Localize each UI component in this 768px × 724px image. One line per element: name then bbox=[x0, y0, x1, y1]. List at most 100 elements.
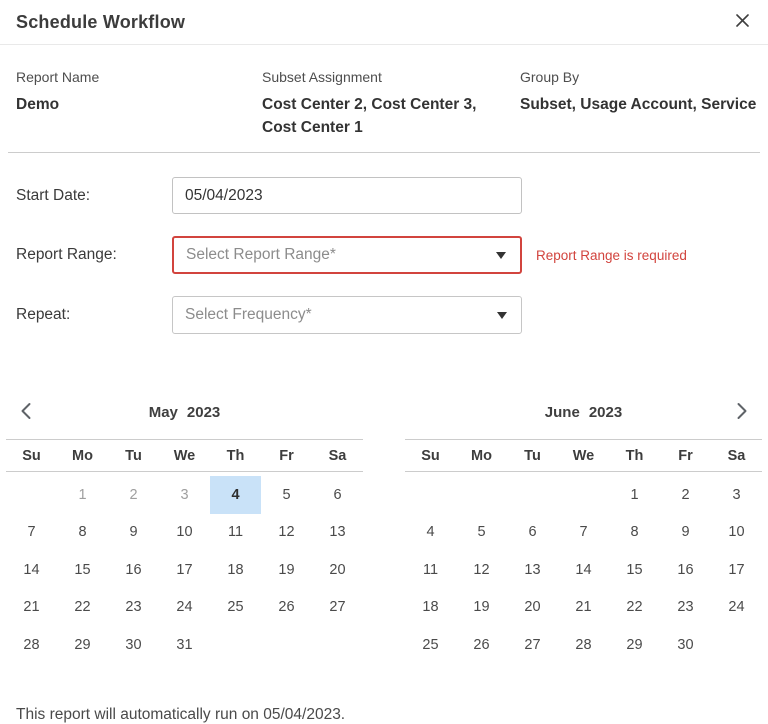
calendar-day[interactable]: 14 bbox=[558, 551, 609, 589]
calendar-day[interactable]: 12 bbox=[456, 551, 507, 589]
calendar-day-grid: 1234567891011121314151617181920212223242… bbox=[405, 472, 762, 664]
calendar-day[interactable]: 19 bbox=[261, 551, 312, 589]
report-name-value: Demo bbox=[16, 93, 262, 116]
start-date-row: Start Date: bbox=[16, 177, 752, 214]
calendar-day[interactable]: 10 bbox=[711, 514, 762, 552]
calendar-day[interactable]: 24 bbox=[159, 589, 210, 627]
report-range-row: Report Range: Select Report Range* Repor… bbox=[16, 236, 752, 274]
start-date-label: Start Date: bbox=[16, 187, 172, 205]
calendar-day[interactable]: 9 bbox=[108, 514, 159, 552]
calendar-day[interactable]: 12 bbox=[261, 514, 312, 552]
calendar-day[interactable]: 22 bbox=[609, 589, 660, 627]
calendar-day[interactable]: 2 bbox=[108, 476, 159, 514]
calendar-day-empty bbox=[558, 476, 609, 514]
calendar-day[interactable]: 31 bbox=[159, 626, 210, 664]
calendar-day[interactable]: 29 bbox=[609, 626, 660, 664]
report-summary: Report Name Demo Subset Assignment Cost … bbox=[0, 45, 768, 152]
calendar-day[interactable]: 7 bbox=[6, 514, 57, 552]
calendar-week-row: 11121314151617 bbox=[405, 551, 762, 589]
calendar-year-title: 2023 bbox=[187, 404, 220, 421]
report-range-select[interactable]: Select Report Range* bbox=[172, 236, 522, 274]
calendar-day[interactable]: 18 bbox=[405, 589, 456, 627]
dialog-header: Schedule Workflow bbox=[0, 0, 768, 45]
repeat-row: Repeat: Select Frequency* bbox=[16, 296, 752, 334]
calendar-day[interactable]: 30 bbox=[108, 626, 159, 664]
calendar-day[interactable]: 6 bbox=[312, 476, 363, 514]
calendar-day[interactable]: 4 bbox=[210, 476, 261, 514]
calendar-day[interactable]: 17 bbox=[159, 551, 210, 589]
calendar-day[interactable]: 13 bbox=[312, 514, 363, 552]
calendar-day[interactable]: 20 bbox=[507, 589, 558, 627]
subset-assignment-column: Subset Assignment Cost Center 2, Cost Ce… bbox=[262, 69, 520, 139]
calendar-day[interactable]: 7 bbox=[558, 514, 609, 552]
calendar-day[interactable]: 14 bbox=[6, 551, 57, 589]
calendar-day[interactable]: 21 bbox=[6, 589, 57, 627]
weekday-label: Su bbox=[6, 448, 57, 464]
report-name-label: Report Name bbox=[16, 69, 262, 85]
close-icon bbox=[736, 14, 749, 30]
calendar-day[interactable]: 18 bbox=[210, 551, 261, 589]
calendar-week-row: 123 bbox=[405, 476, 762, 514]
calendar-day[interactable]: 1 bbox=[609, 476, 660, 514]
calendar-day[interactable]: 9 bbox=[660, 514, 711, 552]
calendar-day[interactable]: 3 bbox=[159, 476, 210, 514]
calendar-day[interactable]: 15 bbox=[609, 551, 660, 589]
calendar-day[interactable]: 16 bbox=[108, 551, 159, 589]
calendar-day[interactable]: 8 bbox=[609, 514, 660, 552]
calendar-day[interactable]: 4 bbox=[405, 514, 456, 552]
calendar-day[interactable]: 21 bbox=[558, 589, 609, 627]
subset-assignment-value: Cost Center 2, Cost Center 3, Cost Cente… bbox=[262, 93, 520, 139]
calendar-week-row: 252627282930 bbox=[405, 626, 762, 664]
calendar-day[interactable]: 25 bbox=[210, 589, 261, 627]
start-date-input[interactable] bbox=[172, 177, 522, 214]
weekday-header-row: SuMoTuWeThFrSa bbox=[405, 439, 762, 472]
calendar-day[interactable]: 25 bbox=[405, 626, 456, 664]
chevron-right-icon bbox=[735, 402, 749, 423]
weekday-label: Th bbox=[210, 448, 261, 464]
calendar-day[interactable]: 29 bbox=[57, 626, 108, 664]
group-by-value: Subset, Usage Account, Service bbox=[520, 93, 756, 116]
calendar-day[interactable]: 28 bbox=[558, 626, 609, 664]
calendar-day[interactable]: 24 bbox=[711, 589, 762, 627]
calendar-day[interactable]: 17 bbox=[711, 551, 762, 589]
calendar-day[interactable]: 5 bbox=[456, 514, 507, 552]
calendar-day[interactable]: 27 bbox=[312, 589, 363, 627]
calendar-day[interactable]: 8 bbox=[57, 514, 108, 552]
calendar-day[interactable]: 11 bbox=[210, 514, 261, 552]
next-month-button[interactable] bbox=[728, 399, 756, 427]
calendar-day[interactable]: 16 bbox=[660, 551, 711, 589]
repeat-select[interactable]: Select Frequency* bbox=[172, 296, 522, 334]
weekday-label: We bbox=[159, 448, 210, 464]
calendar-day[interactable]: 30 bbox=[660, 626, 711, 664]
calendar-day[interactable]: 6 bbox=[507, 514, 558, 552]
chevron-left-icon bbox=[19, 402, 33, 423]
calendar-header: June 2023 bbox=[405, 386, 762, 439]
previous-month-button[interactable] bbox=[12, 399, 40, 427]
weekday-label: Sa bbox=[312, 448, 363, 464]
calendar-day[interactable]: 13 bbox=[507, 551, 558, 589]
weekday-label: Mo bbox=[456, 448, 507, 464]
calendar-day[interactable]: 20 bbox=[312, 551, 363, 589]
calendar-day[interactable]: 28 bbox=[6, 626, 57, 664]
calendar-day[interactable]: 10 bbox=[159, 514, 210, 552]
repeat-label: Repeat: bbox=[16, 306, 172, 324]
calendar-week-row: 18192021222324 bbox=[405, 589, 762, 627]
calendar-day[interactable]: 1 bbox=[57, 476, 108, 514]
calendar-day[interactable]: 26 bbox=[456, 626, 507, 664]
weekday-label: Tu bbox=[108, 448, 159, 464]
calendar-day[interactable]: 3 bbox=[711, 476, 762, 514]
calendar-day[interactable]: 19 bbox=[456, 589, 507, 627]
calendar-day[interactable]: 23 bbox=[108, 589, 159, 627]
subset-assignment-label: Subset Assignment bbox=[262, 69, 520, 85]
calendar-day[interactable]: 11 bbox=[405, 551, 456, 589]
group-by-column: Group By Subset, Usage Account, Service bbox=[520, 69, 756, 139]
calendar-day[interactable]: 26 bbox=[261, 589, 312, 627]
calendar-day[interactable]: 15 bbox=[57, 551, 108, 589]
close-button[interactable] bbox=[729, 9, 755, 35]
calendar-day[interactable]: 22 bbox=[57, 589, 108, 627]
calendar-day[interactable]: 27 bbox=[507, 626, 558, 664]
calendar-day[interactable]: 23 bbox=[660, 589, 711, 627]
calendar-day[interactable]: 5 bbox=[261, 476, 312, 514]
calendar-day[interactable]: 2 bbox=[660, 476, 711, 514]
schedule-form: Start Date: Report Range: Select Report … bbox=[0, 153, 768, 334]
